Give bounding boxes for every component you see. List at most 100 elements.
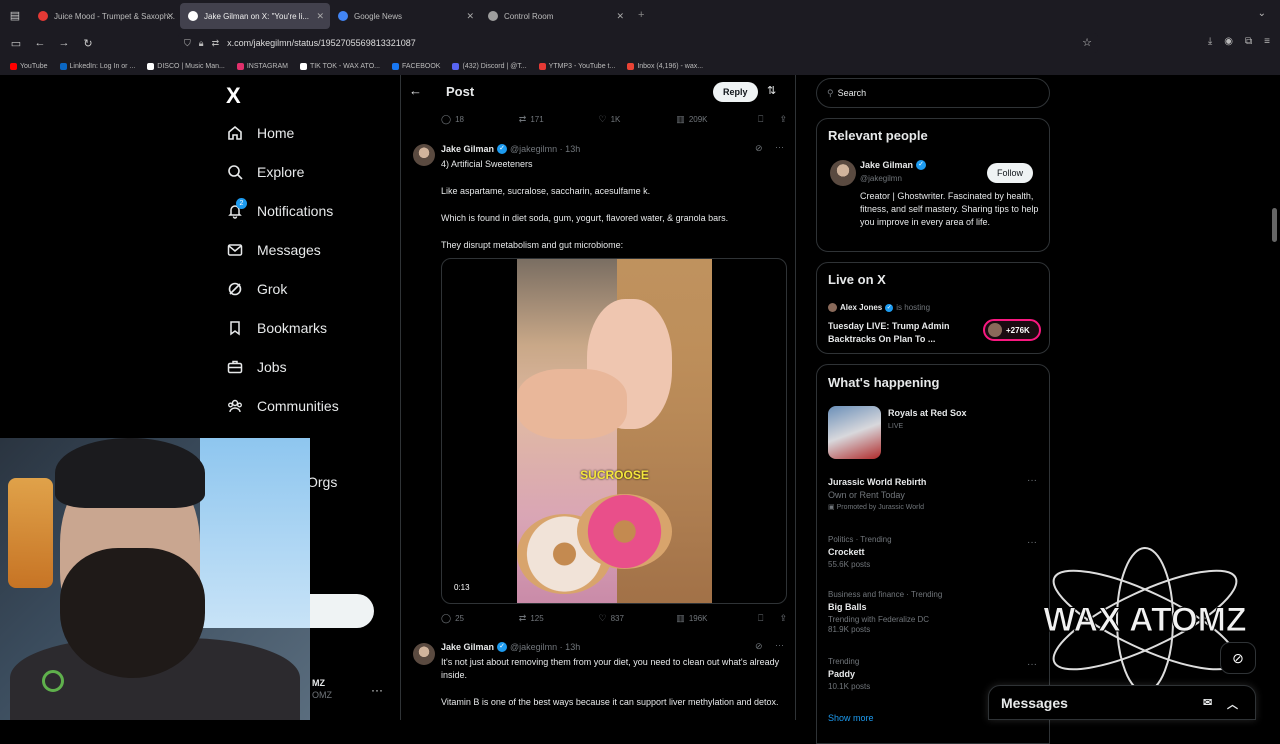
nav-item-home[interactable]: Home	[226, 124, 294, 142]
post-button-partial[interactable]	[310, 594, 374, 628]
author-handle[interactable]: @jakegilmn · 13h	[510, 144, 580, 154]
sidebar-toggle-icon[interactable]: ▭	[4, 37, 28, 50]
comment-icon: ◯	[441, 613, 452, 623]
follow-button[interactable]: Follow	[987, 163, 1034, 183]
search-input[interactable]: ⚲ Search	[816, 78, 1050, 108]
repost-action[interactable]: ⇄ 125	[519, 613, 599, 624]
share-action[interactable]: ⇪	[779, 613, 791, 624]
messages-drawer[interactable]: Messages ✉ ︿	[988, 685, 1256, 720]
repost-action[interactable]: ⇄ 171	[519, 114, 599, 125]
bookmark-item[interactable]: Inbox (4,196) - wax...	[623, 62, 707, 70]
nav-item-grok[interactable]: Grok	[226, 280, 287, 298]
person-name-row[interactable]: Jake Gilman ✓	[860, 160, 929, 170]
reply-action[interactable]: ◯ 18	[441, 114, 519, 125]
grok-tweet-icon[interactable]: ⊘	[755, 641, 763, 652]
grok-floating-button[interactable]: ⊘	[1220, 642, 1256, 674]
window-menu-icon[interactable]: ⌄	[1258, 8, 1266, 19]
forward-icon[interactable]: →	[52, 37, 76, 49]
nav-item-jobs[interactable]: Jobs	[226, 358, 287, 376]
reply-action[interactable]: ◯ 25	[441, 613, 519, 624]
grok-tweet-icon[interactable]: ⊘	[755, 143, 763, 154]
nav-item-explore[interactable]: Explore	[226, 163, 304, 181]
expand-up-icon[interactable]: ︿	[1227, 696, 1238, 712]
back-arrow-icon[interactable]: ←	[409, 83, 422, 98]
like-action[interactable]: ♡ 1K	[599, 114, 677, 125]
close-tab-icon[interactable]: ✕	[316, 11, 324, 22]
avatar[interactable]	[830, 160, 856, 186]
bookmark-item[interactable]: DISCO | Music Man...	[143, 62, 229, 70]
trend-title: Paddy	[828, 669, 856, 679]
browser-tab[interactable]: Juice Mood - Trumpet & Saxoph... ✕	[30, 3, 180, 29]
account-name-fragment[interactable]: MZ OMZ	[312, 677, 332, 701]
author-name[interactable]: Jake Gilman	[441, 642, 494, 652]
avatar[interactable]	[413, 643, 435, 665]
more-options-icon[interactable]: ···	[775, 640, 784, 650]
featured-image[interactable]	[828, 406, 881, 459]
new-tab-button[interactable]: +	[638, 9, 644, 21]
nav-item-messages[interactable]: Messages	[226, 241, 321, 259]
bookmark-item[interactable]: LinkedIn: Log In or ...	[56, 62, 140, 70]
reply-button[interactable]: Reply	[713, 82, 758, 102]
bookmark-item[interactable]: FACEBOOK	[388, 62, 445, 70]
account-icon[interactable]: ◉	[1224, 36, 1233, 47]
person-bio: Creator | Ghostwriter. Fascinated by hea…	[860, 191, 1039, 227]
trend-item[interactable]: Business and finance · Trending Big Ball…	[828, 590, 1038, 634]
views-action[interactable]: ▥ 196K	[676, 613, 758, 624]
nav-item-communities[interactable]: Communities	[226, 397, 339, 415]
avatar[interactable]	[413, 144, 435, 166]
card-title: Relevant people	[828, 128, 928, 143]
featured-title[interactable]: Royals at Red Sox	[888, 408, 967, 418]
browser-tab[interactable]: Control Room ✕	[480, 3, 630, 29]
trend-more-icon[interactable]: ···	[1027, 475, 1037, 486]
nav-label: Home	[257, 125, 295, 141]
browser-tab[interactable]: Google News ✕	[330, 3, 480, 29]
bookmark-item[interactable]: INSTAGRAM	[233, 62, 292, 70]
live-host-row[interactable]: Alex Jones ✓ is hosting	[828, 303, 930, 312]
like-action[interactable]: ♡ 837	[599, 613, 677, 624]
account-more-icon[interactable]: ···	[371, 683, 383, 697]
page-scrollbar[interactable]	[1272, 208, 1277, 242]
filter-icon[interactable]: ⇅	[767, 84, 776, 97]
bookmark-label: DISCO | Music Man...	[157, 62, 225, 70]
comment-icon: ◯	[441, 114, 452, 124]
tab-list-icon[interactable]: ▤	[0, 9, 30, 22]
nav-item-bookmarks[interactable]: Bookmarks	[226, 319, 327, 337]
compose-message-icon[interactable]: ✉	[1203, 696, 1212, 709]
bookmark-item[interactable]: (432) Discord | @T...	[448, 62, 530, 70]
bookmark-item[interactable]: YouTube	[6, 62, 52, 70]
x-logo[interactable]: X	[226, 83, 241, 109]
share-action[interactable]: ⇪	[779, 114, 791, 125]
views-count: 196K	[688, 614, 708, 623]
live-headline[interactable]: Tuesday LIVE: Trump Admin Backtracks On …	[828, 320, 968, 346]
person-handle: @jakegilmn	[860, 174, 902, 183]
extensions-icon[interactable]: ⧉	[1245, 36, 1252, 47]
close-tab-icon[interactable]: ✕	[166, 11, 174, 22]
show-more-link[interactable]: Show more	[828, 713, 874, 723]
download-icon[interactable]: ⤓	[1208, 36, 1212, 47]
trend-item[interactable]: Jurassic World Rebirth Own or Rent Today…	[828, 477, 1038, 511]
live-listeners-pill[interactable]: +276K	[983, 319, 1041, 341]
close-tab-icon[interactable]: ✕	[616, 11, 624, 22]
trend-subtitle: Own or Rent Today	[828, 490, 905, 500]
reload-icon[interactable]: ↻	[76, 37, 100, 50]
address-bar[interactable]: ⛉ 🔒︎ ⇄ x.com/jakegilmn/status/1952705569…	[178, 33, 1098, 53]
author-handle[interactable]: @jakegilmn · 13h	[510, 642, 580, 652]
back-icon[interactable]: ←	[28, 37, 52, 49]
nav-item-notifications[interactable]: 2 Notifications	[226, 198, 333, 220]
close-tab-icon[interactable]: ✕	[466, 11, 474, 22]
featured-status: LIVE	[888, 423, 904, 430]
nav-item-orgs-partial[interactable]: Orgs	[307, 474, 337, 490]
menu-icon[interactable]: ≡	[1264, 36, 1270, 47]
author-name[interactable]: Jake Gilman	[441, 144, 494, 154]
more-options-icon[interactable]: ···	[775, 142, 784, 152]
bookmark-action[interactable]: ⎕	[758, 613, 767, 624]
bookmark-action[interactable]: ⎕	[758, 114, 767, 125]
bookmark-item[interactable]: TIK TOK - WAX ATO...	[296, 62, 384, 70]
browser-tab-active[interactable]: Jake Gilman on X: "You're li... ✕	[180, 3, 330, 29]
bookmark-item[interactable]: YTMP3 - YouTube t...	[535, 62, 620, 70]
tab-title: Juice Mood - Trumpet & Saxoph...	[54, 11, 175, 21]
bookmark-star-icon[interactable]: ☆	[1082, 36, 1092, 49]
views-action[interactable]: ▥ 209K	[676, 114, 758, 125]
tweet-video[interactable]: SUCROOSE 0:13	[441, 258, 787, 604]
trend-item[interactable]: Politics · Trending Crockett 55.6K posts	[828, 535, 1038, 569]
